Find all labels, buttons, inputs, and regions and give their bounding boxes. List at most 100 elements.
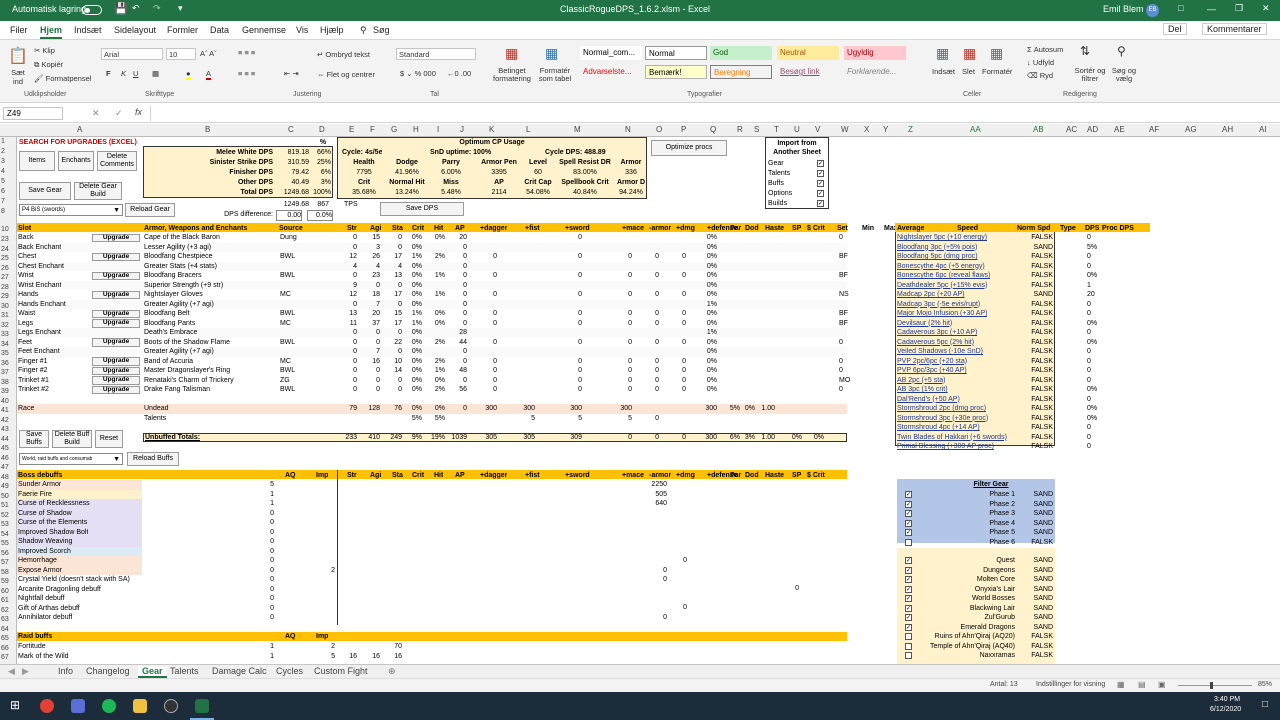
style-normal[interactable]: Normal [645, 46, 707, 60]
formula-input[interactable] [150, 106, 1265, 121]
phase-checkbox[interactable]: ✓ [905, 519, 912, 527]
source-checkbox[interactable]: ✓ [905, 614, 912, 621]
row-header[interactable]: 37 [1, 369, 9, 376]
currency-icon[interactable]: $ ⌄ % 000 [400, 69, 436, 78]
row-header[interactable]: 42 [1, 417, 9, 424]
set-name[interactable]: PVP 2pc/6pc (+20 sta) [897, 357, 967, 366]
conditional-formatting-label[interactable]: Betinget formatering [490, 67, 534, 83]
column-header[interactable]: X [864, 125, 869, 134]
delete-comments-button[interactable]: Delete Comments [97, 151, 137, 171]
format-as-table-label[interactable]: Formatér som tabel [532, 67, 578, 83]
phase-checkbox[interactable]: ✓ [905, 529, 912, 536]
font-color-icon[interactable]: A [206, 69, 212, 80]
avatar[interactable]: EB [1146, 4, 1159, 17]
column-header[interactable]: J [460, 125, 464, 134]
row-header[interactable]: 62 [1, 607, 9, 614]
phase-checkbox[interactable]: ✓ [905, 500, 912, 508]
style-ugyldig[interactable]: Ugyldig [844, 46, 906, 60]
reload-buffs-button[interactable]: Reload Buffs [127, 452, 179, 466]
find-select-icon[interactable]: ⚲ [1117, 44, 1126, 58]
set-name[interactable]: AB 3pc (1% crit) [897, 385, 948, 394]
row-header[interactable]: 51 [1, 502, 9, 509]
row-header[interactable]: 54 [1, 531, 9, 538]
enter-icon[interactable]: ✓ [115, 108, 123, 119]
row-header[interactable]: 38 [1, 379, 9, 386]
style-normal-com[interactable]: Normal_com... [580, 46, 642, 60]
row-header[interactable]: 5 [1, 178, 5, 185]
row-header[interactable]: 6 [1, 188, 5, 195]
underline-icon[interactable]: U [133, 69, 138, 78]
sheet-tab-info[interactable]: Info [58, 666, 73, 676]
row-header[interactable]: 58 [1, 569, 9, 576]
upgrade-button[interactable]: Upgrade [92, 376, 140, 385]
align-left-icon[interactable]: ≡ ≡ ≡ [238, 69, 255, 78]
tab-scroll-left-icon[interactable]: ◀ [8, 666, 15, 677]
tell-me-search[interactable]: Søg [373, 25, 390, 35]
row-header[interactable]: 48 [1, 474, 9, 481]
sort-filter-icon[interactable]: ⇅ [1080, 44, 1090, 58]
column-header[interactable]: D [319, 125, 325, 134]
row-header[interactable]: 35 [1, 350, 9, 357]
excel-taskbar-icon[interactable] [195, 699, 209, 713]
border-icon[interactable]: ▦ [152, 69, 159, 78]
comments-button[interactable]: Kommentarer [1202, 23, 1267, 35]
minimize-icon[interactable]: — [1207, 4, 1216, 14]
row-header[interactable]: 2 [1, 148, 5, 155]
ribbon-options-icon[interactable]: □ [1178, 3, 1183, 13]
tab-filer[interactable]: Filer [10, 25, 28, 35]
sheet-tab-custom-fight[interactable]: Custom Fight [314, 666, 368, 676]
row-header[interactable]: 27 [1, 274, 9, 281]
upgrade-button[interactable]: Upgrade [92, 385, 140, 394]
column-header[interactable]: R [737, 125, 743, 134]
row-header[interactable]: 49 [1, 483, 9, 490]
row-header[interactable]: 36 [1, 360, 9, 367]
delete-buff-build-button[interactable]: Delete Buff Build [52, 430, 92, 448]
column-header[interactable]: I [437, 125, 439, 134]
zoom-slider[interactable] [1178, 682, 1252, 689]
column-header[interactable]: AI [1259, 125, 1267, 134]
close-icon[interactable]: ✕ [1262, 3, 1270, 14]
column-header[interactable]: F [370, 125, 375, 134]
indent-icon[interactable]: ⇤ ⇥ [284, 69, 299, 78]
save-buffs-button[interactable]: Save Buffs [19, 430, 49, 448]
set-name[interactable]: Stormshroud 4pc (+14 AP) [897, 423, 980, 432]
column-header[interactable]: C [288, 125, 294, 134]
set-name[interactable]: Madcap 2pc (+20 AP) [897, 290, 965, 299]
tab-hjem[interactable]: Hjem [40, 25, 63, 39]
set-name[interactable]: Veiled Shadows (-10e SnD) [897, 347, 983, 356]
set-name[interactable]: Devilsaur (2% hit) [897, 319, 952, 328]
insert-cells-icon[interactable]: ▦ [936, 45, 949, 62]
set-name[interactable]: Bloodfang 3pc (+5% pois) [897, 243, 977, 252]
row-header[interactable]: 60 [1, 588, 9, 595]
notifications-icon[interactable]: □ [1262, 699, 1268, 710]
delete-cells-icon[interactable]: ▦ [963, 45, 976, 62]
set-name[interactable]: Madcap 3pc (-5e evis/rupt) [897, 300, 980, 309]
font-name-select[interactable]: Arial [101, 48, 163, 60]
source-checkbox[interactable]: ✓ [905, 595, 912, 602]
autosum-button[interactable]: Σ Autosum [1027, 45, 1063, 54]
row-header[interactable]: 39 [1, 388, 9, 395]
sheet-tab-gear[interactable]: Gear [138, 666, 167, 678]
source-checkbox[interactable]: ✓ [905, 623, 912, 631]
column-header[interactable]: K [489, 125, 494, 134]
column-header[interactable]: Y [883, 125, 888, 134]
undo-icon[interactable]: ↶ [132, 3, 140, 14]
import-item-checkbox[interactable]: ✓ [817, 190, 824, 197]
column-header[interactable]: T [774, 125, 779, 134]
source-checkbox[interactable]: ✓ [905, 576, 912, 583]
row-header[interactable]: 50 [1, 493, 9, 500]
column-header[interactable]: AG [1185, 125, 1197, 134]
row-header[interactable]: 10 [1, 226, 9, 233]
column-header[interactable]: AC [1066, 125, 1077, 134]
row-header[interactable]: 30 [1, 303, 9, 310]
row-header[interactable]: 3 [1, 158, 5, 165]
set-name[interactable]: Major Mojo Infusion (+30 AP) [897, 309, 987, 318]
autosave-toggle[interactable] [82, 5, 102, 15]
style-beregning[interactable]: Beregning [710, 65, 772, 79]
column-header[interactable]: AB [1033, 125, 1044, 134]
tab-indsaet[interactable]: Indsæt [74, 25, 102, 35]
phase-checkbox[interactable]: ✓ [905, 491, 912, 498]
style-besoegt-link[interactable]: Besøgt link [777, 65, 839, 79]
tab-data[interactable]: Data [210, 25, 229, 35]
row-header[interactable]: 7 [1, 198, 5, 205]
